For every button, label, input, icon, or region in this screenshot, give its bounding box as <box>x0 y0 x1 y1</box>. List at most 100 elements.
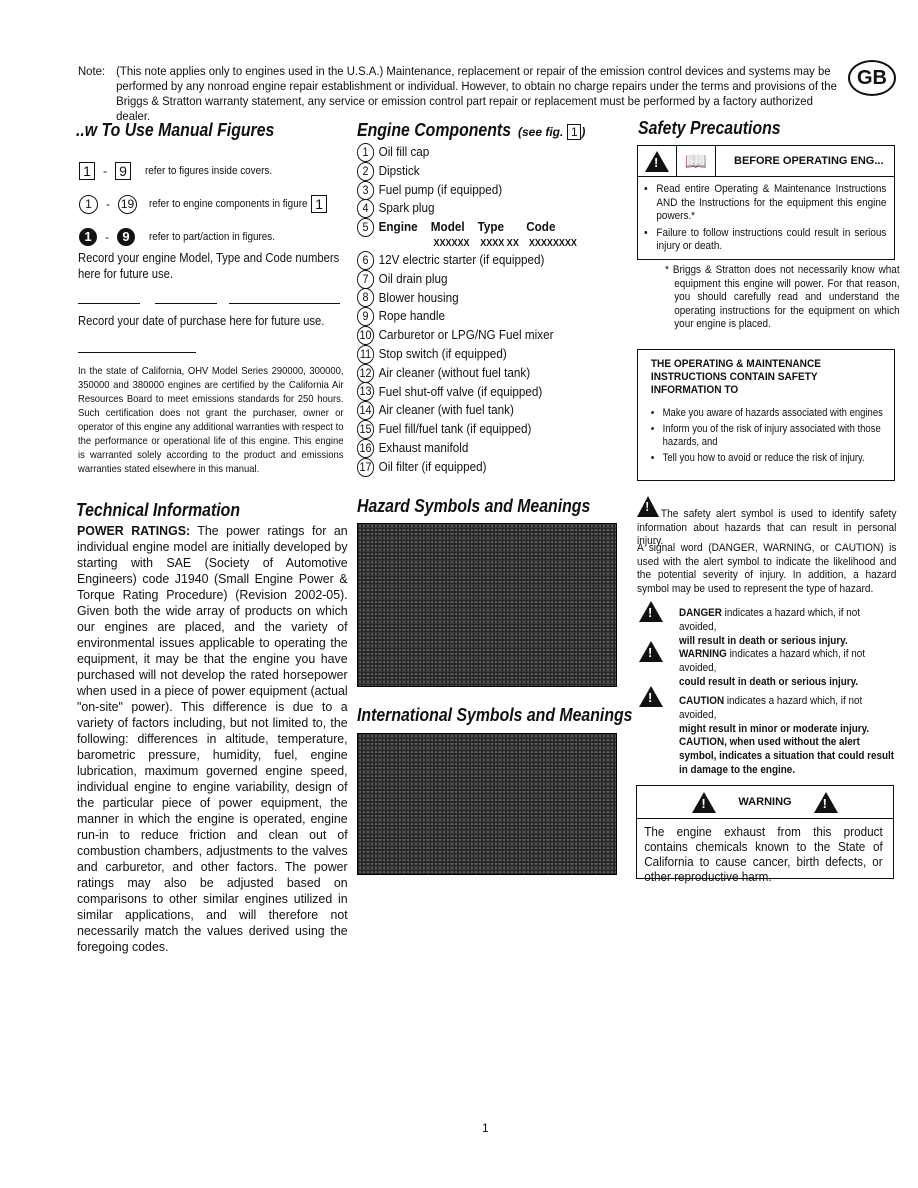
number-circle-icon: 10 <box>357 326 375 346</box>
alert-icon-cell <box>638 146 677 176</box>
signal-word-text: A signal word (DANGER, WARNING, or CAUTI… <box>637 542 897 595</box>
number-circle-icon: 9 <box>357 307 375 327</box>
component-item: 6 12V electric starter (if equipped) <box>357 250 609 270</box>
power-ratings-lead: POWER RATINGS: <box>77 523 191 538</box>
before-item: Failure to follow instructions could res… <box>656 227 886 254</box>
before-item: Read entire Operating & Maintenance Inst… <box>656 183 886 224</box>
date-line <box>78 352 196 353</box>
black-number-circle-icon: 1 <box>79 228 97 246</box>
component-label: Blower housing <box>378 289 459 305</box>
international-title: International Symbols and Meanings <box>357 705 633 725</box>
danger-alert-icon <box>639 601 663 622</box>
caution-no-symbol-text: CAUTION, when used without the alert sym… <box>679 736 895 776</box>
components-title: Engine Components <box>357 120 511 140</box>
prop65-heading: WARNING <box>738 796 792 808</box>
om-item: Inform you of the risk of injury associa… <box>663 423 896 449</box>
component-label: Air cleaner (without fuel tank) <box>378 364 531 380</box>
component-label: Exhaust manifold <box>378 439 469 455</box>
california-notice: In the state of California, OHV Model Se… <box>78 365 344 475</box>
howto-title-wrap: ..w To Use Manual Figures <box>76 120 301 141</box>
legend-components-text: refer to engine components in figure <box>149 198 308 210</box>
emission-note: Note: (This note applies only to engines… <box>78 64 837 124</box>
safety-title-wrap: Safety Precautions <box>638 118 800 139</box>
number-circle-icon: 15 <box>357 420 375 440</box>
warning-word: WARNING <box>679 648 727 660</box>
danger-word: DANGER <box>679 607 722 619</box>
hazard-title: Hazard Symbols and Meanings <box>357 496 591 516</box>
component-item: 10 Carburetor or LPG/NG Fuel mixer <box>357 326 609 346</box>
component-item: 15 Fuel fill/fuel tank (if equipped) <box>357 420 609 440</box>
figure-box-icon: 1 <box>311 195 328 213</box>
danger-definition: DANGER indicates a hazard which, if not … <box>679 606 895 648</box>
number-circle-icon: 7 <box>357 269 375 289</box>
om-list: Make you aware of hazards associated wit… <box>638 397 901 465</box>
component-label: 12V electric starter (if equipped) <box>378 251 545 267</box>
black-number-circle-icon: 9 <box>117 228 135 246</box>
component-item: 2 Dipstick <box>357 161 609 181</box>
alert-symbol-paragraph: The safety alert symbol is used to ident… <box>637 496 896 549</box>
legend-figures: 1 - 9 refer to figures inside covers. <box>79 160 349 182</box>
before-operating-box: 📖 BEFORE OPERATING ENG... Read entire Op… <box>637 145 895 260</box>
hazard-title-wrap: Hazard Symbols and Meanings <box>357 496 622 517</box>
component-label: Fuel pump (if equipped) <box>378 181 503 197</box>
component-item: 16 Exhaust manifold <box>357 438 609 458</box>
warning-triangle-icon <box>692 791 717 813</box>
warning-alert-icon-wrap <box>639 641 663 667</box>
component-item: 12 Air cleaner (without fuel tank) <box>357 363 609 383</box>
number-circle-icon: 3 <box>357 180 375 200</box>
component-label: Carburetor or LPG/NG Fuel mixer <box>378 327 554 343</box>
howto-title: ..w To Use Manual Figures <box>76 120 275 140</box>
legend-parts: 1 - 9 refer to part/action in figures. <box>79 226 349 248</box>
legend-parts-text: refer to part/action in figures. <box>149 231 276 243</box>
number-circle-icon: 5 <box>357 218 375 238</box>
component-label: Air cleaner (with fuel tank) <box>378 402 514 418</box>
model-line <box>78 303 140 304</box>
warning-definition: WARNING indicates a hazard which, if not… <box>679 647 895 689</box>
component-label: Dipstick <box>378 162 420 178</box>
number-circle-icon: 1 <box>79 194 98 214</box>
legend-figures-text: refer to figures inside covers. <box>145 165 273 177</box>
international-symbols-image <box>357 733 617 875</box>
component-item: 11 Stop switch (if equipped) <box>357 344 609 364</box>
record-date-text: Record your date of purchase here for fu… <box>78 314 325 328</box>
component-item: 14 Air cleaner (with fuel tank) <box>357 401 609 421</box>
component-label: Oil filter (if equipped) <box>378 458 487 474</box>
number-circle-icon: 8 <box>357 288 375 308</box>
prop65-header: WARNING <box>637 786 893 819</box>
safety-title: Safety Precautions <box>638 118 781 138</box>
note-label: Note: <box>78 64 106 78</box>
page-number: 1 <box>482 1121 489 1135</box>
number-circle-icon: 13 <box>357 382 375 402</box>
before-operating-heading: BEFORE OPERATING ENG... <box>734 155 884 167</box>
component-item: 7 Oil drain plug <box>357 269 609 289</box>
warning-consequence: could result in death or serious injury. <box>679 676 859 688</box>
components-list: 1 Oil fill cap 2 Dipstick 3 Fuel pump (if e… <box>357 142 609 477</box>
code-line <box>229 303 340 304</box>
figure-legend: 1 - 9 refer to figures inside covers. 1 … <box>79 160 349 248</box>
technical-body: POWER RATINGS: The power ratings for an … <box>77 523 348 955</box>
number-circle-icon: 12 <box>357 363 375 383</box>
component-item: 3 Fuel pump (if equipped) <box>357 180 609 200</box>
component-label: Engine <box>378 219 418 235</box>
component-item: 13 Fuel shut-off valve (if equipped) <box>357 382 609 402</box>
technical-title-wrap: Technical Information <box>76 500 262 521</box>
number-circle-icon: 2 <box>357 161 375 181</box>
type-line <box>155 303 217 304</box>
component-item: 9 Rope handle <box>357 307 609 327</box>
note-text: (This note applies only to engines used … <box>116 64 837 123</box>
number-circle-icon: 16 <box>357 438 375 458</box>
number-circle-icon: 19 <box>118 194 137 214</box>
technical-title: Technical Information <box>76 500 240 520</box>
number-circle-icon: 17 <box>357 457 375 477</box>
component-item: 8 Blower housing <box>357 288 609 308</box>
om-heading: THE OPERATING & MAINTENANCE INSTRUCTIONS… <box>650 358 822 396</box>
safety-alert-icon <box>637 496 660 517</box>
warning-alert-icon <box>639 641 663 662</box>
component-label: Fuel shut-off valve (if equipped) <box>378 383 543 399</box>
number-circle-icon: 6 <box>357 250 375 270</box>
caution-alert-icon <box>639 686 663 707</box>
warning-triangle-icon <box>813 791 838 813</box>
component-label: Oil drain plug <box>378 270 448 286</box>
before-operating-header: 📖 BEFORE OPERATING ENG... <box>638 146 894 177</box>
prop65-warning-box: WARNING The engine exhaust from this pro… <box>636 785 894 884</box>
